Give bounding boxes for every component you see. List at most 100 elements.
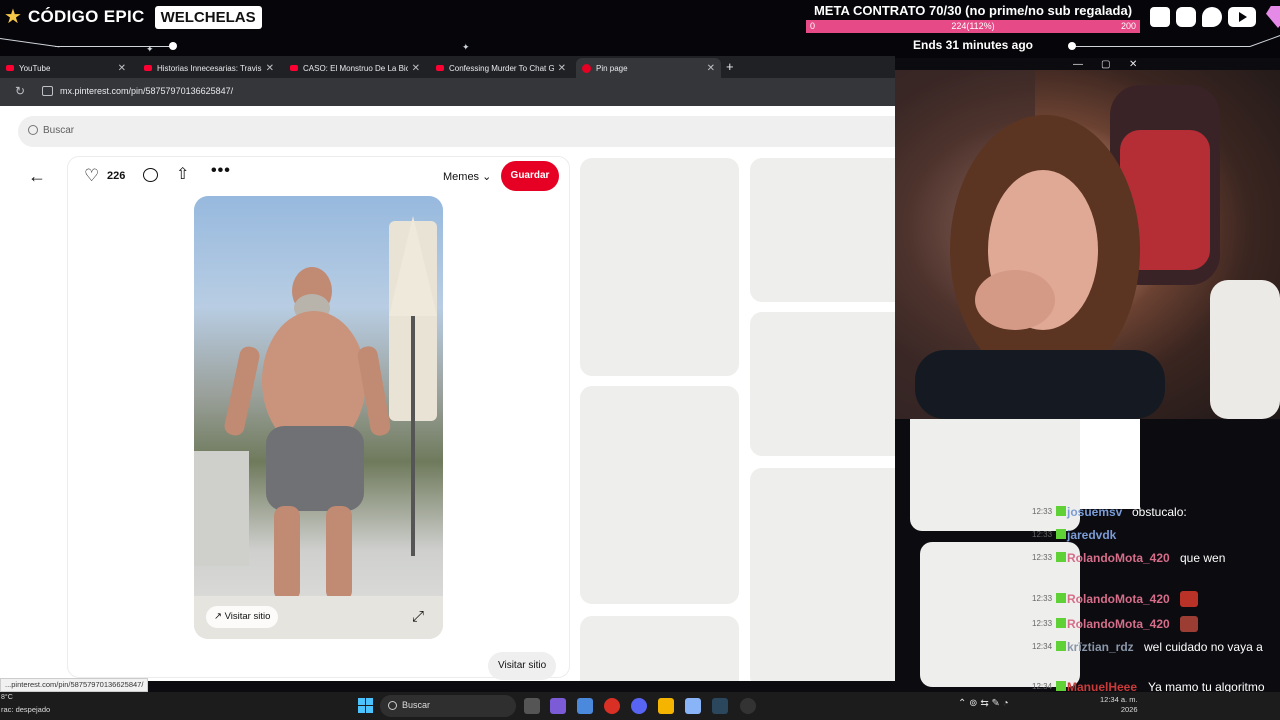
taskbar-search-label: Buscar (402, 700, 431, 710)
pin-placeholder (580, 386, 739, 604)
chat-message: 12:34 krīztian_rdz wel cuidado no vaya a (1030, 635, 1280, 675)
maximize-icon[interactable]: ▢ (1101, 59, 1110, 70)
visit-site-chip[interactable]: ↗ Visitar sitio (206, 606, 279, 628)
search-bar[interactable]: Buscar (18, 116, 895, 147)
new-tab-button[interactable]: + (726, 59, 734, 74)
tab-confessing[interactable]: Confessing Murder To Chat GPT ✕ (430, 58, 572, 78)
like-count: 226 (107, 170, 126, 182)
comment-icon[interactable] (143, 168, 158, 182)
board-name: Memes (443, 171, 480, 183)
emote-icon (1180, 616, 1198, 632)
chat-text: que wen (1180, 551, 1226, 565)
badge-icon (1056, 552, 1066, 562)
close-icon[interactable]: ✕ (558, 63, 566, 74)
more-options-icon[interactable]: ••• (211, 162, 231, 180)
pinterest-page: Buscar ← ♡ 226 ⇧ ••• Memes ⌄ Guardar ↗ V… (0, 106, 895, 681)
visit-site-button[interactable]: Visitar sitio (488, 652, 557, 680)
search-icon (28, 125, 38, 135)
weather-temp: 8°C (1, 694, 13, 701)
obs-icon[interactable] (740, 698, 756, 714)
badge-icon (1056, 593, 1066, 603)
address-bar: ↻ mx.pinterest.com/pin/587579701366258​4… (0, 78, 895, 106)
sub-goal: META CONTRATO 70/30 (no prime/no sub reg… (806, 2, 1140, 52)
badge-icon (1056, 529, 1066, 539)
pin-placeholder (750, 158, 895, 302)
search-icon (388, 701, 397, 710)
task-view-icon[interactable] (524, 698, 540, 714)
tab-historias[interactable]: Historias Innecesarias: Travis el ✕ (138, 58, 280, 78)
chat-time: 12:33 (1032, 594, 1053, 603)
file-explorer-icon[interactable] (658, 698, 674, 714)
badge-icon (1056, 681, 1066, 691)
youtube-icon (290, 65, 298, 71)
stream-screen: ★ CÓDIGO EPIC WELCHELAS ✦ ✦ META CONTRAT… (0, 0, 1280, 720)
webcam-feed (895, 70, 1280, 419)
brand: ★ CÓDIGO EPIC WELCHELAS (4, 4, 262, 30)
close-icon[interactable]: ✕ (412, 63, 420, 74)
settings-icon[interactable] (577, 698, 593, 714)
sub-goal-max: 200 (1120, 21, 1136, 31)
heart-icon[interactable]: ♡ (84, 166, 99, 186)
pin-placeholder (580, 158, 739, 376)
gem-icon (1266, 6, 1280, 28)
sub-goal-title: META CONTRATO 70/30 (no prime/no sub reg… (813, 3, 1133, 18)
weather-desc: rac: despejado (1, 705, 51, 714)
back-arrow-icon[interactable]: ← (28, 166, 46, 187)
copilot-icon[interactable] (550, 698, 566, 714)
expand-icon[interactable]: ⤢ (412, 608, 424, 625)
chat-time: 12:33 (1032, 530, 1053, 539)
chat-time: 12:33 (1032, 619, 1053, 628)
close-icon[interactable]: ✕ (118, 63, 126, 74)
close-window-icon[interactable]: ✕ (1129, 59, 1137, 70)
reload-icon[interactable]: ↻ (15, 84, 25, 98)
tab-label: Confessing Murder To Chat GPT (449, 63, 554, 73)
pinterest-icon (582, 63, 591, 73)
pin-placeholder (750, 312, 895, 456)
tab-caso[interactable]: CASO: El Monstruo De La Biciclé ✕ (284, 58, 426, 78)
tab-pin-page[interactable]: Pin page ✕ (576, 58, 721, 78)
chat-user: RolandoMota_420 (1067, 551, 1170, 565)
clock-date: 2026 (1120, 705, 1138, 714)
close-icon[interactable]: ✕ (707, 63, 715, 74)
clock-time: 12:34 a. m. (1100, 695, 1138, 704)
pin-placeholder (580, 616, 739, 681)
visit-chip-label: Visitar sitio (224, 611, 271, 622)
search-placeholder: Buscar (43, 125, 75, 136)
chrome-icon[interactable] (604, 698, 620, 714)
stream-chat: 12:33 josuemsv obstucalo: 12:33 jaredvdk… (1030, 500, 1280, 698)
chat-message: 12:33 RolandoMota_420 (1030, 587, 1280, 612)
badge-icon (1056, 618, 1066, 628)
discord-icon[interactable] (631, 698, 647, 714)
board-select[interactable]: Memes ⌄ (443, 170, 491, 183)
photos-icon[interactable] (685, 698, 701, 714)
close-icon[interactable]: ✕ (266, 63, 274, 74)
tab-youtube[interactable]: YouTube ✕ (0, 58, 132, 78)
save-button[interactable]: Guardar (501, 161, 559, 191)
windows-start-icon[interactable] (358, 698, 373, 713)
site-info-icon[interactable] (42, 86, 53, 96)
system-tray[interactable]: ⌃ ⊚ ⇆ ✎ ◔ (958, 698, 1009, 709)
chat-time: 12:34 (1032, 642, 1053, 651)
chat-message: 12:33 RolandoMota_420 (1030, 612, 1280, 635)
chat-user: josuemsv (1067, 505, 1123, 519)
star-icon: ★ (4, 6, 22, 28)
url-field[interactable]: mx.pinterest.com/pin/587579701366258​47/ (60, 86, 233, 96)
pin-image[interactable] (194, 196, 443, 639)
instagram-icon (1176, 7, 1196, 27)
chat-time: 12:33 (1032, 553, 1053, 562)
taskbar-search[interactable]: Buscar (380, 695, 516, 717)
clock[interactable]: 12:34 a. m. 2026 (1100, 695, 1138, 715)
tab-label: YouTube (19, 63, 51, 73)
social-icons (1150, 6, 1280, 28)
chat-emote (1180, 616, 1198, 636)
webcam-illustration (895, 70, 1280, 419)
status-url: ...pinterest.com/pin/587579701366258​47/ (0, 678, 149, 692)
twitch-icon (1150, 7, 1170, 27)
share-icon[interactable]: ⇧ (176, 164, 189, 184)
sparkle-icon: ✦ (462, 42, 470, 52)
minimize-icon[interactable]: — (1073, 59, 1083, 70)
steam-icon[interactable] (712, 698, 728, 714)
sub-goal-progress: 224(112%) (951, 21, 995, 31)
chat-emote (1180, 591, 1198, 611)
deco-dot (169, 42, 177, 50)
